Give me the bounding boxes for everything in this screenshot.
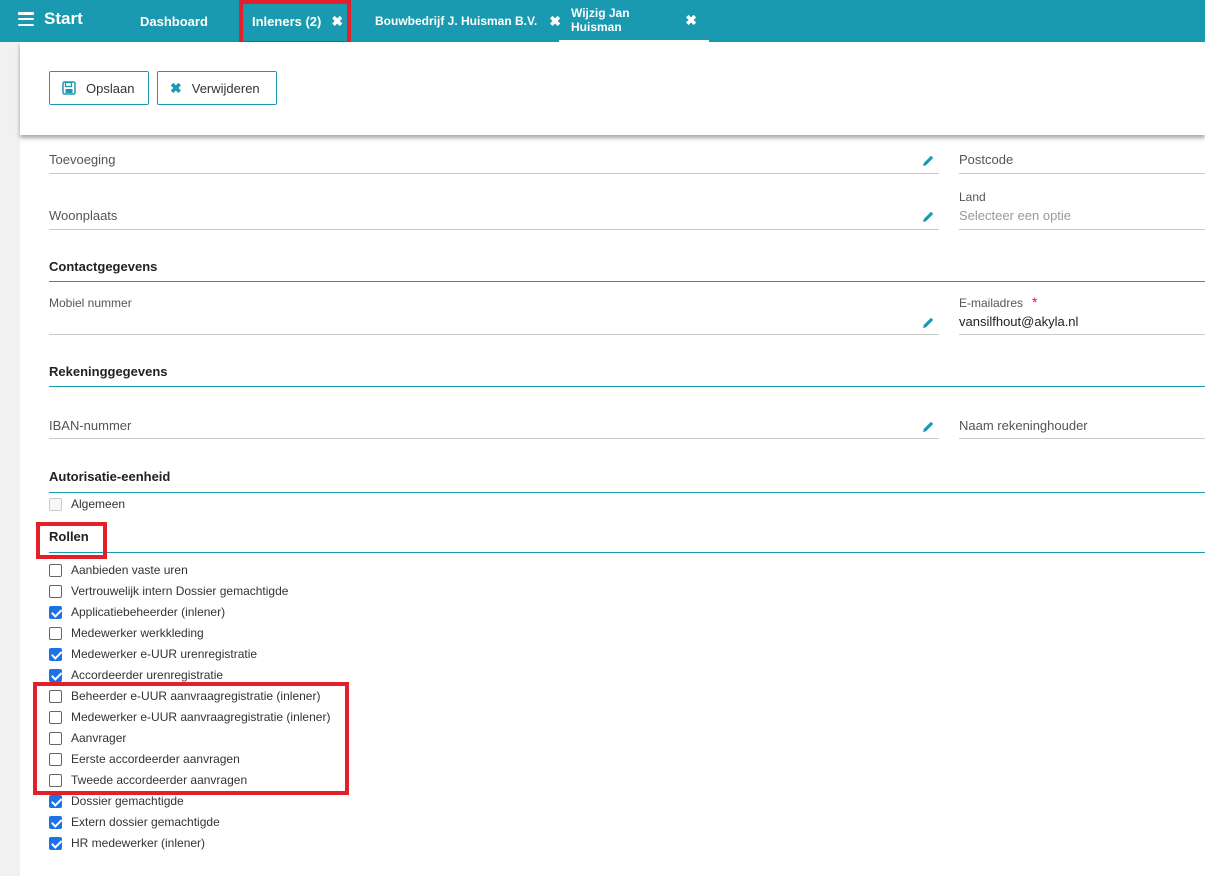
role-checkbox[interactable]: [49, 563, 62, 577]
role-checkbox[interactable]: [49, 647, 62, 661]
left-gutter: [0, 42, 20, 876]
close-icon: ✖: [170, 79, 182, 96]
pencil-icon[interactable]: [921, 316, 935, 330]
role-label: Dossier gemachtigde: [71, 794, 184, 808]
postcode-field[interactable]: Postcode: [959, 140, 1205, 174]
save-label[interactable]: Opslaan: [86, 81, 134, 96]
woonplaats-label: Woonplaats: [49, 208, 118, 223]
role-label: Extern dossier gemachtigde: [71, 815, 220, 829]
role-checkbox[interactable]: [49, 668, 62, 682]
tab-label[interactable]: Bouwbedrijf J. Huisman B.V.: [375, 14, 537, 28]
mobiel-field[interactable]: Mobiel nummer: [49, 292, 939, 335]
role-label: Accordeerder urenregistratie: [71, 668, 224, 682]
role-checkbox[interactable]: [49, 626, 62, 640]
autorisatie-item[interactable]: Algemeen: [49, 497, 125, 511]
role-item[interactable]: Dossier gemachtigde: [49, 794, 184, 808]
tab-bouwbedrijf[interactable]: Bouwbedrijf J. Huisman B.V. ✖: [375, 0, 561, 42]
email-label: E-mailadres: [959, 296, 1024, 310]
role-label: Vertrouwelijk intern Dossier gemachtigde: [71, 584, 289, 598]
role-checkbox[interactable]: [49, 836, 62, 850]
section-heading-autorisatie: Autorisatie-eenheid: [49, 469, 1205, 493]
role-item[interactable]: Aanbieden vaste uren: [49, 563, 188, 577]
woonplaats-field[interactable]: Woonplaats: [49, 196, 939, 230]
highlight-box-aanvraag-roles: [33, 682, 349, 795]
highlight-box-inleners-tab: [239, 0, 351, 45]
checkbox[interactable]: [49, 497, 62, 511]
role-item[interactable]: HR medewerker (inlener): [49, 836, 205, 850]
role-item[interactable]: Medewerker werkkleding: [49, 626, 204, 640]
pencil-icon[interactable]: [921, 420, 935, 434]
top-nav-bar: Start Dashboard Inleners (2) ✖ Bouwbedri…: [0, 0, 1205, 42]
iban-label: IBAN-nummer: [49, 418, 132, 433]
iban-field[interactable]: IBAN-nummer: [49, 405, 939, 439]
close-icon[interactable]: ✖: [685, 12, 697, 29]
save-icon: [62, 81, 76, 95]
toevoeging-label: Toevoeging: [49, 152, 116, 167]
tab-label[interactable]: Dashboard: [140, 14, 208, 29]
role-label: Aanbieden vaste uren: [71, 563, 188, 577]
role-checkbox[interactable]: [49, 584, 62, 598]
land-placeholder[interactable]: Selecteer een optie: [959, 208, 1071, 223]
role-label: Medewerker e-UUR urenregistratie: [71, 647, 258, 661]
role-item[interactable]: Medewerker e-UUR urenregistratie: [49, 647, 257, 661]
delete-label[interactable]: Verwijderen: [192, 81, 260, 96]
land-label: Land: [959, 190, 986, 204]
tab-dashboard[interactable]: Dashboard: [140, 0, 208, 42]
start-label[interactable]: Start: [44, 9, 83, 29]
land-select[interactable]: Land Selecteer een optie: [959, 186, 1205, 230]
tab-label[interactable]: Wijzig Jan Huisman: [571, 6, 675, 34]
save-button[interactable]: Opslaan: [49, 71, 149, 105]
tab-wijzig-jan-huisman[interactable]: Wijzig Jan Huisman ✖: [559, 0, 709, 42]
role-item[interactable]: Vertrouwelijk intern Dossier gemachtigde: [49, 584, 288, 598]
section-heading-rollen: Rollen: [49, 529, 1205, 553]
section-heading-contactgegevens: Contactgegevens: [49, 259, 1205, 282]
role-item[interactable]: Extern dossier gemachtigde: [49, 815, 220, 829]
role-label: HR medewerker (inlener): [71, 836, 206, 850]
section-heading-rekeninggegevens: Rekeninggegevens: [49, 364, 1205, 387]
start-menu[interactable]: Start: [18, 9, 83, 29]
highlight-box-rollen: [36, 522, 107, 559]
pencil-icon[interactable]: [921, 154, 935, 168]
rekeninghouder-field[interactable]: Naam rekeninghouder: [959, 405, 1205, 439]
toevoeging-field[interactable]: Toevoeging: [49, 140, 939, 174]
role-item[interactable]: Accordeerder urenregistratie: [49, 668, 223, 682]
email-field[interactable]: E-mailadres * vansilfhout@akyla.nl: [959, 292, 1205, 335]
pencil-icon[interactable]: [921, 210, 935, 224]
checkbox-label: Algemeen: [71, 497, 126, 511]
toolbar: Opslaan ✖ Verwijderen: [20, 42, 1205, 135]
postcode-label: Postcode: [959, 152, 1014, 167]
role-checkbox[interactable]: [49, 815, 62, 829]
hamburger-icon[interactable]: [18, 12, 34, 26]
mobiel-label: Mobiel nummer: [49, 296, 132, 310]
required-mark: *: [1032, 294, 1038, 310]
rekeninghouder-label: Naam rekeninghouder: [959, 418, 1088, 433]
role-checkbox[interactable]: [49, 605, 62, 619]
role-checkbox[interactable]: [49, 794, 62, 808]
email-value[interactable]: vansilfhout@akyla.nl: [959, 314, 1078, 329]
role-label: Medewerker werkkleding: [71, 626, 204, 640]
role-item[interactable]: Applicatiebeheerder (inlener): [49, 605, 225, 619]
role-label: Applicatiebeheerder (inlener): [71, 605, 226, 619]
delete-button[interactable]: ✖ Verwijderen: [157, 71, 277, 105]
